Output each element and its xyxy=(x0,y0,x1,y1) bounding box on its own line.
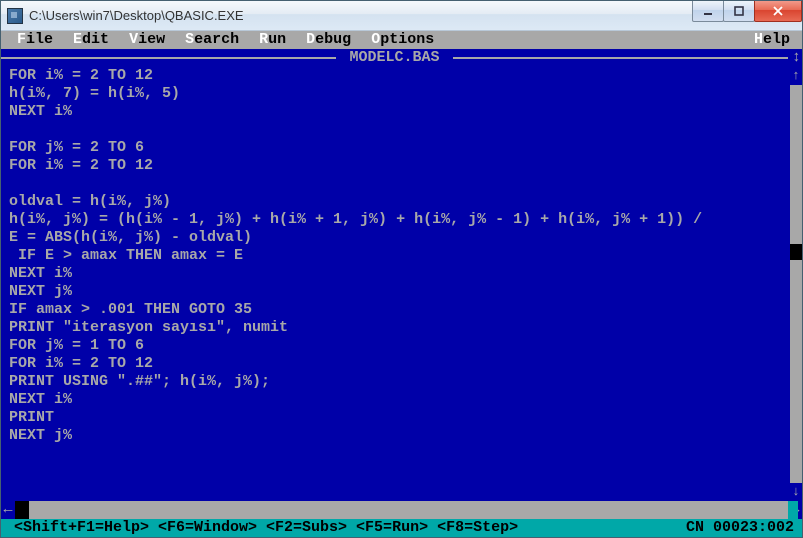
window-controls xyxy=(693,1,802,22)
maximize-pane-icon[interactable]: ↕ xyxy=(788,49,802,67)
window-title: C:\Users\win7\Desktop\QBASIC.EXE xyxy=(29,8,244,23)
app-window: C:\Users\win7\Desktop\QBASIC.EXE File Ed… xyxy=(0,0,803,538)
vscroll-thumb[interactable] xyxy=(790,244,802,260)
rule-left xyxy=(1,57,336,59)
menu-options[interactable]: Options xyxy=(361,31,444,49)
menu-search[interactable]: Search xyxy=(175,31,249,49)
editor-pane: FOR i% = 2 TO 12 h(i%, 7) = h(i%, 5) NEX… xyxy=(1,67,802,501)
code-area[interactable]: FOR i% = 2 TO 12 h(i%, 7) = h(i%, 5) NEX… xyxy=(1,67,802,445)
menu-file[interactable]: File xyxy=(7,31,63,49)
file-label-row: MODELC.BAS ↕ xyxy=(1,49,802,67)
scroll-left-icon[interactable]: ← xyxy=(1,501,15,519)
menu-edit[interactable]: Edit xyxy=(63,31,119,49)
qbasic-screen: File Edit View Search Run Debug Options … xyxy=(1,31,802,537)
close-button[interactable] xyxy=(754,1,802,22)
vscroll-track[interactable] xyxy=(790,85,802,483)
status-hints: <Shift+F1=Help> <F6=Window> <F2=Subs> <F… xyxy=(5,519,518,537)
menu-view[interactable]: View xyxy=(119,31,175,49)
close-icon xyxy=(772,5,784,17)
menubar: File Edit View Search Run Debug Options … xyxy=(1,31,802,49)
app-icon xyxy=(7,8,23,24)
scroll-down-icon[interactable]: ↓ xyxy=(790,483,802,501)
hscroll-track[interactable] xyxy=(15,501,788,519)
maximize-button[interactable] xyxy=(723,1,755,22)
statusbar: <Shift+F1=Help> <F6=Window> <F2=Subs> <F… xyxy=(1,519,802,537)
menu-debug[interactable]: Debug xyxy=(296,31,361,49)
horizontal-scrollbar[interactable]: ← → xyxy=(1,501,802,519)
vertical-scrollbar[interactable]: ↑ ↓ xyxy=(790,67,802,501)
hscroll-thumb[interactable] xyxy=(15,501,29,519)
maximize-icon xyxy=(733,5,745,17)
scroll-up-icon[interactable]: ↑ xyxy=(790,67,802,85)
rule-right xyxy=(453,57,788,59)
menu-run[interactable]: Run xyxy=(249,31,296,49)
titlebar[interactable]: C:\Users\win7\Desktop\QBASIC.EXE xyxy=(1,1,802,31)
menu-help[interactable]: Help xyxy=(748,31,796,49)
minimize-icon xyxy=(702,5,714,17)
open-filename: MODELC.BAS xyxy=(336,49,452,67)
minimize-button[interactable] xyxy=(692,1,724,22)
